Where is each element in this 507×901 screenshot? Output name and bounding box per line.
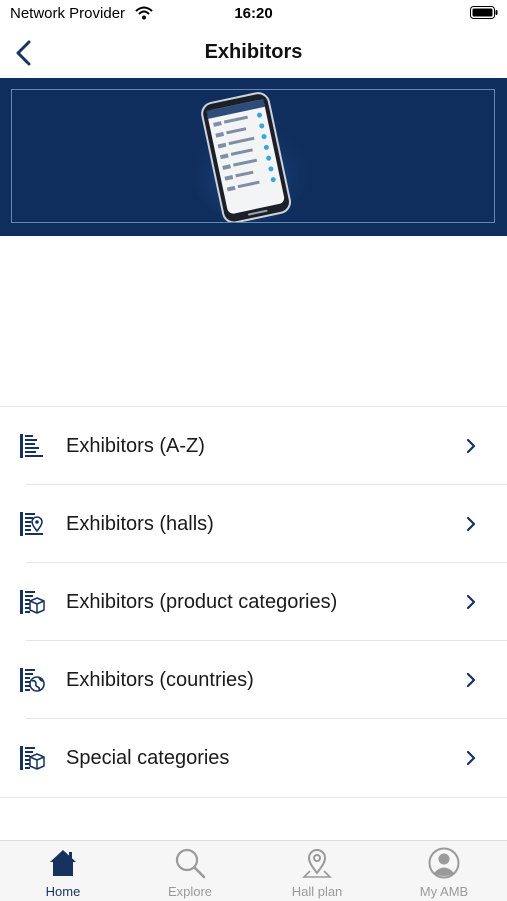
header-banner xyxy=(0,78,507,236)
chevron-right-icon xyxy=(466,672,476,688)
chevron-right-icon xyxy=(466,594,476,610)
list-globe-icon xyxy=(20,668,45,692)
chevron-right-icon xyxy=(466,516,476,532)
list-az-icon xyxy=(20,434,43,458)
tab-bar: Home Explore Hall plan My AMB xyxy=(0,840,507,901)
status-bar: Network Provider 16:20 xyxy=(0,0,507,28)
menu-item-exhibitors-countries[interactable]: Exhibitors (countries) xyxy=(0,641,507,719)
tab-home[interactable]: Home xyxy=(0,841,126,901)
tab-my-amb[interactable]: My AMB xyxy=(381,841,507,901)
list-box-icon xyxy=(20,590,45,614)
menu-item-label: Exhibitors (countries) xyxy=(66,669,254,691)
battery-icon xyxy=(470,6,498,19)
chevron-right-icon xyxy=(466,438,476,454)
phone-illustration xyxy=(190,92,310,222)
menu-item-label: Exhibitors (halls) xyxy=(66,513,214,535)
page-title: Exhibitors xyxy=(204,41,303,63)
list-box-icon xyxy=(20,746,45,770)
menu-item-label: Exhibitors (product categories) xyxy=(66,591,338,613)
tab-label: Home xyxy=(45,884,81,899)
profile-icon xyxy=(428,847,460,879)
tab-label: Explore xyxy=(167,884,213,899)
list-location-icon xyxy=(20,512,43,536)
tab-label: Hall plan xyxy=(291,884,343,899)
menu-item-exhibitors-halls[interactable]: Exhibitors (halls) xyxy=(0,485,507,563)
menu-item-exhibitors-az[interactable]: Exhibitors (A-Z) xyxy=(0,407,507,485)
tab-hall-plan[interactable]: Hall plan xyxy=(254,841,380,901)
search-icon xyxy=(175,848,206,879)
menu-item-label: Exhibitors (A-Z) xyxy=(66,435,205,457)
menu-item-exhibitors-product-categories[interactable]: Exhibitors (product categories) xyxy=(0,563,507,641)
navigation-bar: Exhibitors xyxy=(0,28,507,78)
menu-item-special-categories[interactable]: Special categories xyxy=(0,719,507,798)
chevron-right-icon xyxy=(466,750,476,766)
menu-item-label: Special categories xyxy=(66,747,230,769)
tab-explore[interactable]: Explore xyxy=(127,841,253,901)
home-icon xyxy=(50,850,76,876)
map-pin-icon xyxy=(302,849,332,878)
exhibitor-menu-list: Exhibitors (A-Z) Exhibitors (halls) Exhi… xyxy=(0,406,507,798)
clock: 16:20 xyxy=(234,5,273,22)
tab-label: My AMB xyxy=(419,884,469,899)
